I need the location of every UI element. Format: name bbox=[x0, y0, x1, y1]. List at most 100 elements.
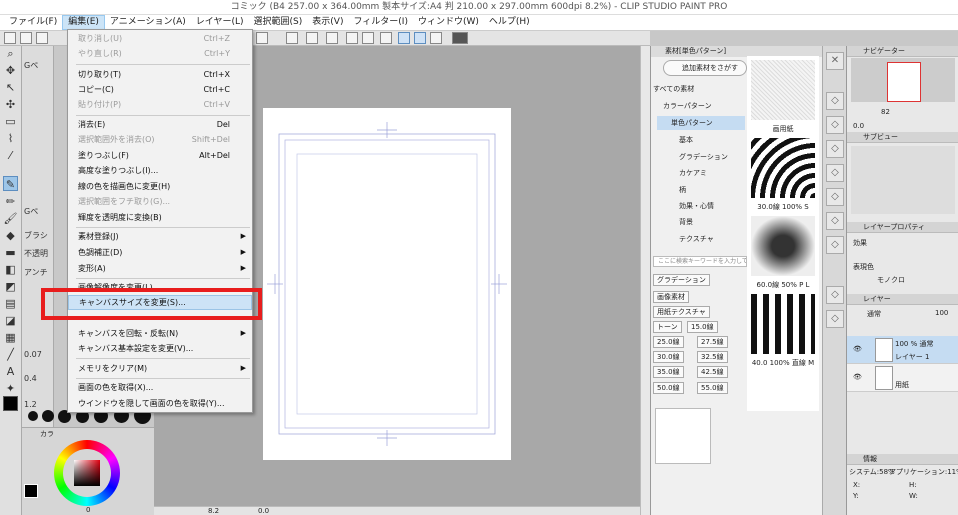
menu-layer[interactable]: レイヤー(L) bbox=[191, 15, 249, 30]
invert-selection-icon[interactable] bbox=[326, 32, 338, 44]
subview-area[interactable] bbox=[851, 146, 955, 214]
saturation-value-box[interactable] bbox=[74, 460, 100, 486]
brush-dot-2[interactable] bbox=[42, 410, 54, 422]
menu-item-redo[interactable]: やり直し(R) Ctrl+Y bbox=[68, 46, 252, 61]
tag-30[interactable]: 30.0線 bbox=[653, 351, 684, 363]
frame-icon[interactable]: ▦ bbox=[3, 330, 18, 345]
tree-color-pattern[interactable]: カラーパターン bbox=[663, 99, 712, 113]
layer-property-tab[interactable]: レイヤープロパティ bbox=[847, 222, 958, 233]
pencil-icon[interactable]: ✏ bbox=[3, 194, 18, 209]
operation-tool-icon[interactable]: ↖ bbox=[3, 80, 18, 95]
main-color-swatch[interactable] bbox=[3, 396, 18, 411]
thumb-gradient-dot[interactable] bbox=[751, 216, 815, 276]
grid-icon[interactable] bbox=[380, 32, 392, 44]
thumb-concentric[interactable] bbox=[751, 138, 815, 198]
menu-help[interactable]: ヘルプ(H) bbox=[484, 15, 535, 30]
eyedropper-icon[interactable]: ⁄ bbox=[3, 148, 18, 163]
lasso-icon[interactable]: ⌇ bbox=[3, 131, 18, 146]
menu-edit[interactable]: 編集(E) bbox=[62, 15, 105, 30]
menu-item-clear-memory[interactable]: メモリをクリア(M) ▶ bbox=[68, 361, 252, 376]
brush-size-preset-3[interactable]: 1.2 bbox=[24, 400, 37, 409]
select-all-icon[interactable] bbox=[286, 32, 298, 44]
thumb-lines[interactable] bbox=[751, 294, 815, 354]
panel-icon-8[interactable]: ◇ bbox=[826, 286, 844, 304]
tree-effect[interactable]: 効果・心情 bbox=[679, 199, 714, 213]
balloon-icon[interactable]: ✦ bbox=[3, 381, 18, 396]
tree-pattern[interactable]: 柄 bbox=[679, 183, 686, 197]
text-tool-icon[interactable]: A bbox=[3, 364, 18, 379]
pen-tool-icon[interactable]: ✎ bbox=[3, 176, 18, 191]
panel-icon-9[interactable]: ◇ bbox=[826, 310, 844, 328]
menu-item-paste[interactable]: 貼り付け(P) Ctrl+V bbox=[68, 97, 252, 112]
menu-item-border-selection[interactable]: 選択範囲をフチ取り(G)... bbox=[68, 194, 252, 209]
open-icon[interactable] bbox=[20, 32, 32, 44]
tag-15[interactable]: 15.0線 bbox=[687, 321, 718, 333]
menu-selection[interactable]: 選択範囲(S) bbox=[249, 15, 308, 30]
angle-readout[interactable]: 0.0 bbox=[258, 507, 269, 515]
snap-ruler-icon[interactable] bbox=[398, 32, 410, 44]
color-wheel[interactable] bbox=[54, 440, 120, 506]
panel-icon-1[interactable]: ◇ bbox=[826, 92, 844, 110]
menu-file[interactable]: ファイル(F) bbox=[4, 15, 62, 30]
tag-tone[interactable]: トーン bbox=[653, 321, 682, 333]
menu-item-register-material[interactable]: 素材登録(J) ▶ bbox=[68, 229, 252, 244]
tree-texture[interactable]: テクスチャ bbox=[679, 232, 714, 246]
help-icon[interactable] bbox=[452, 32, 468, 44]
gradient-icon[interactable]: ▤ bbox=[3, 296, 18, 311]
tag-27[interactable]: 27.5線 bbox=[697, 336, 728, 348]
eraser-icon[interactable]: ▬ bbox=[3, 245, 18, 260]
menu-item-delete[interactable]: 消去(E) Del bbox=[68, 117, 252, 132]
tag-32[interactable]: 32.5線 bbox=[697, 351, 728, 363]
tree-all-materials[interactable]: すべての素材 bbox=[653, 82, 694, 96]
subtool-tab[interactable]: Gペ bbox=[24, 60, 38, 71]
eye-icon[interactable]: 👁 bbox=[853, 373, 862, 381]
menu-item-undo[interactable]: 取り消し(U) Ctrl+Z bbox=[68, 31, 252, 46]
navigator-rotate[interactable]: 0.0 bbox=[853, 122, 864, 130]
move-tool-icon[interactable]: ✥ bbox=[3, 63, 18, 78]
fill-icon[interactable]: ◩ bbox=[3, 279, 18, 294]
zoom-tool-icon[interactable]: ⌕ bbox=[3, 46, 18, 61]
menu-item-hide-and-obtain-color[interactable]: ウインドウを隠して画面の色を取得(Y)... bbox=[68, 396, 252, 411]
panel-icon-3[interactable]: ◇ bbox=[826, 140, 844, 158]
redo-icon[interactable] bbox=[256, 32, 268, 44]
canvas-vertical-scrollbar[interactable] bbox=[640, 46, 650, 515]
panel-icon-2[interactable]: ◇ bbox=[826, 116, 844, 134]
thumb-paper[interactable] bbox=[751, 60, 815, 120]
menu-view[interactable]: 表示(V) bbox=[307, 15, 348, 30]
tree-basic[interactable]: 基本 bbox=[679, 133, 693, 147]
menu-window[interactable]: ウィンドウ(W) bbox=[413, 15, 484, 30]
brush-dot-1[interactable] bbox=[28, 411, 38, 421]
navigator-zoom[interactable]: 82 bbox=[881, 108, 890, 116]
blend-mode-select[interactable]: 通常 bbox=[867, 309, 881, 319]
menu-item-canvas-settings[interactable]: キャンバス基本設定を変更(V)... bbox=[68, 341, 252, 356]
layer-move-icon[interactable]: ✣ bbox=[3, 97, 18, 112]
tree-gradation[interactable]: グラデーション bbox=[679, 150, 728, 164]
brush-icon[interactable]: 🖌 bbox=[3, 211, 18, 226]
airbrush-icon[interactable]: ◆ bbox=[3, 228, 18, 243]
tag-25[interactable]: 25.0線 bbox=[653, 336, 684, 348]
menu-item-line-color[interactable]: 線の色を描画色に変更(H) bbox=[68, 179, 252, 194]
menu-item-copy[interactable]: コピー(C) Ctrl+C bbox=[68, 82, 252, 97]
menu-item-cut[interactable]: 切り取り(T) Ctrl+X bbox=[68, 67, 252, 82]
express-color-value[interactable]: モノクロ bbox=[877, 275, 905, 285]
layer-opacity[interactable]: 100 bbox=[935, 309, 948, 317]
menu-item-tonal-correction[interactable]: 色調補正(D) ▶ bbox=[68, 245, 252, 260]
tag-image-material[interactable]: 画像素材 bbox=[653, 291, 689, 303]
transform-icon[interactable] bbox=[362, 32, 374, 44]
layer-row-1[interactable]: 👁 100 % 通常 レイヤー 1 bbox=[847, 336, 958, 364]
menu-item-luminance[interactable]: 輝度を透明度に変換(B) bbox=[68, 210, 252, 225]
layer-tab[interactable]: レイヤー bbox=[847, 294, 958, 305]
menu-filter[interactable]: フィルター(I) bbox=[348, 15, 413, 30]
subtool-tab-2[interactable]: Gペ bbox=[24, 206, 38, 217]
canvas-paper[interactable] bbox=[263, 108, 511, 460]
panel-icon-6[interactable]: ◇ bbox=[826, 212, 844, 230]
material-search-input[interactable]: ここに検索キーワードを入力して bbox=[653, 256, 747, 267]
menu-item-obtain-screen-color[interactable]: 画面の色を取得(X)... bbox=[68, 380, 252, 395]
crop-icon[interactable] bbox=[346, 32, 358, 44]
menu-item-transform[interactable]: 変形(A) ▶ bbox=[68, 261, 252, 276]
tree-kakeami[interactable]: カケアミ bbox=[679, 166, 707, 180]
brush-size-preset-2[interactable]: 0.4 bbox=[24, 374, 37, 383]
tag-42[interactable]: 42.5線 bbox=[697, 366, 728, 378]
add-material-button[interactable]: 追加素材をさがす bbox=[663, 60, 747, 76]
eye-icon[interactable]: 👁 bbox=[853, 345, 862, 353]
